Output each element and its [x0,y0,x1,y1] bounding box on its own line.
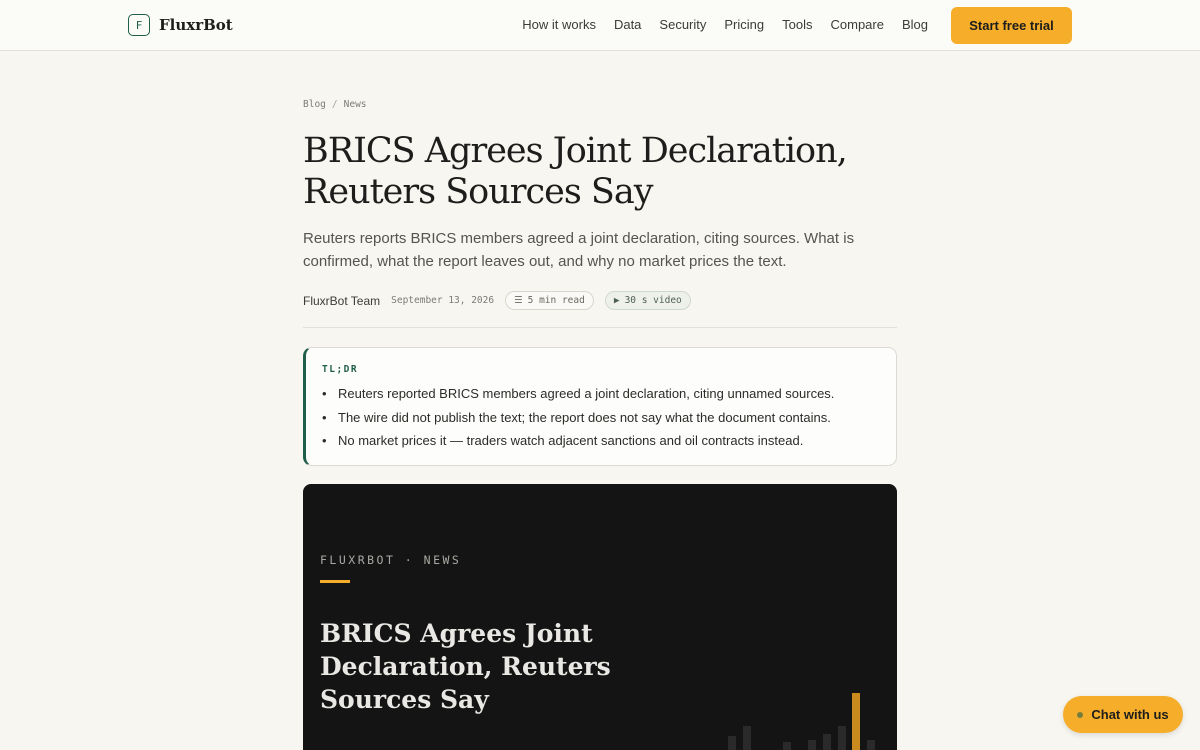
play-icon: ▶ [613,295,620,306]
list-item: • No market prices it — traders watch adj… [322,429,834,453]
tldr-item-text: No market prices it — traders watch adja… [338,433,804,448]
decorative-bars-icon [728,693,875,750]
article-title: BRICS Agrees Joint Declaration, Reuters … [303,131,848,212]
bullet-icon: • [322,409,327,425]
article-dek: Reuters reports BRICS members agreed a j… [303,230,855,270]
nav-security[interactable]: Security [659,17,706,32]
list-item: • Reuters reported BRICS members agreed a… [322,382,834,406]
bullet-icon: • [322,433,327,448]
list-icon: ☰ [514,295,523,306]
breadcrumb-news[interactable]: News [344,99,367,110]
chat-with-us-button[interactable]: Chat with us [1063,696,1183,733]
chat-label: Chat with us [1091,707,1169,722]
status-dot-icon [1077,711,1084,718]
brand-name: FluxrBot [159,16,233,34]
nav-compare[interactable]: Compare [831,17,884,32]
tldr-list: • Reuters reported BRICS members agreed a… [322,382,834,453]
article-date: September 13, 2026 [391,295,495,306]
hero-kicker: FLUXRBOT · NEWS [320,553,462,567]
read-time-label: 5 min read [527,295,585,306]
top-navigation-bar: F FluxrBot How it works Data Security Pr… [0,0,1200,51]
brand-logo[interactable]: F FluxrBot [128,14,233,36]
main-nav: How it works Data Security Pricing Tools… [522,17,928,32]
logo-icon: F [128,14,150,36]
read-time-badge: ☰ 5 min read [505,291,594,310]
nav-pricing[interactable]: Pricing [724,17,764,32]
start-free-trial-button[interactable]: Start free trial [951,7,1072,44]
nav-data[interactable]: Data [614,17,641,32]
video-label: 30 s video [624,295,682,306]
video-badge[interactable]: ▶ 30 s video [604,291,691,310]
article-meta: FluxrBot Team September 13, 2026 ☰ 5 min… [303,291,691,310]
nav-blog[interactable]: Blog [902,17,928,32]
accent-bar [320,580,350,583]
hero-image-card: FLUXRBOT · NEWS BRICS Agrees Joint Decla… [303,484,897,750]
hero-title: BRICS Agrees Joint Declaration, Reuters … [320,619,611,714]
bullet-icon: • [322,386,327,401]
breadcrumb-blog[interactable]: Blog [303,99,326,110]
list-item: • The wire did not publish the text; the … [322,406,834,430]
tldr-box: TL;DR • Reuters reported BRICS members ag… [303,347,897,466]
breadcrumb: Blog / News [303,99,367,110]
tldr-item-text: The wire did not publish the text; the r… [338,409,831,425]
tldr-item-text: Reuters reported BRICS members agreed a … [338,386,835,401]
nav-tools[interactable]: Tools [782,17,812,32]
nav-how-it-works[interactable]: How it works [522,17,596,32]
divider [303,327,897,328]
article-author: FluxrBot Team [303,293,381,308]
breadcrumb-separator: / [331,99,338,110]
tldr-label: TL;DR [322,364,359,375]
